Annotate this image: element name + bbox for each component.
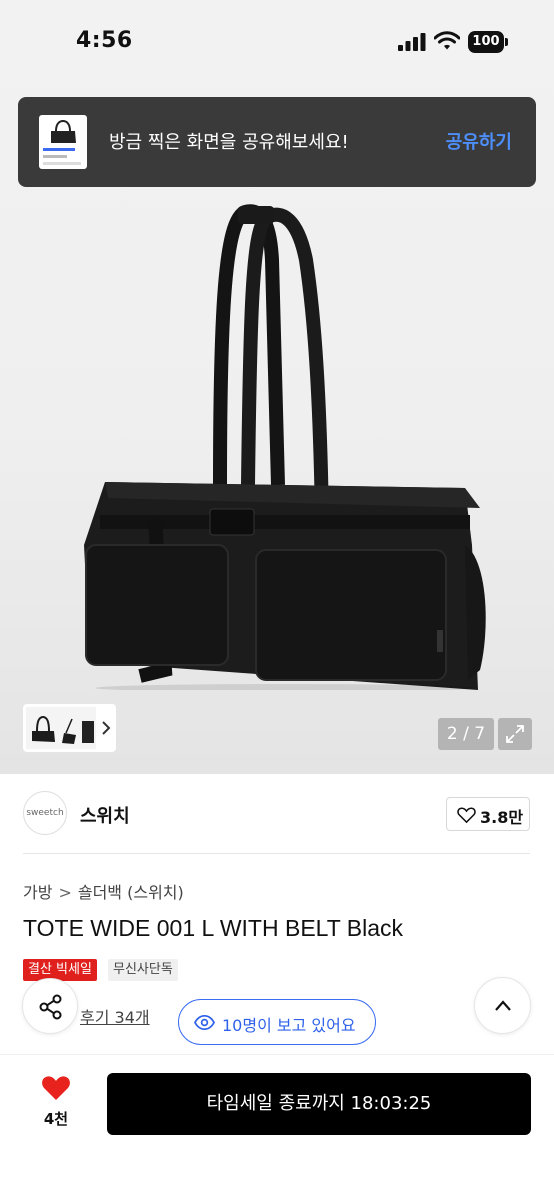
viewers-text: 10명이 보고 있어요 <box>222 1016 356 1035</box>
status-time: 4:56 <box>76 28 133 53</box>
breadcrumb-category[interactable]: 가방 <box>23 883 52 902</box>
breadcrumb-separator: > <box>58 883 72 902</box>
breadcrumb: 가방 > 숄더백 (스위치) <box>23 879 184 903</box>
scroll-to-top-button[interactable] <box>474 977 531 1034</box>
brand-like-count: 3.8만 <box>480 808 524 827</box>
share-icon <box>39 994 62 1020</box>
wifi-icon <box>434 31 460 50</box>
cellular-signal-icon <box>398 33 426 51</box>
viewers-count-pill: 10명이 보고 있어요 <box>178 999 376 1045</box>
exclusive-badge: 무신사단독 <box>108 959 178 981</box>
heart-filled-icon[interactable] <box>41 1074 71 1102</box>
thumbnail-image <box>26 707 96 749</box>
screenshot-share-toast: 방금 찍은 화면을 공유해보세요! 공유하기 <box>18 97 536 187</box>
product-title: TOTE WIDE 001 L WITH BELT Black <box>23 915 404 941</box>
share-now-button[interactable]: 공유하기 <box>446 128 512 154</box>
toast-message: 방금 찍은 화면을 공유해보세요! <box>109 132 349 153</box>
battery-level: 100 <box>468 31 504 53</box>
heart-outline-icon <box>457 807 476 824</box>
breadcrumb-subcategory[interactable]: 숄더백 (스위치) <box>78 883 184 902</box>
wish-count: 4천 <box>43 1110 69 1128</box>
brand-name[interactable]: 스위치 <box>80 802 130 828</box>
sale-badge: 결산 빅세일 <box>23 959 97 981</box>
brand-logo[interactable]: sweetch <box>23 791 67 835</box>
chevron-right-icon <box>102 721 111 735</box>
expand-button[interactable] <box>498 718 532 750</box>
battery-icon: 100 <box>468 31 508 53</box>
divider <box>23 853 530 854</box>
purchase-button[interactable]: 타임세일 종료까지 18:03:25 <box>107 1073 531 1135</box>
screenshot-thumbnail <box>39 115 87 169</box>
chevron-up-icon <box>495 1000 511 1011</box>
image-counter: 2 / 7 <box>438 718 494 750</box>
expand-icon <box>506 725 524 743</box>
share-button[interactable] <box>22 978 78 1034</box>
eye-icon <box>194 1014 215 1031</box>
reviews-link[interactable]: 후기 34개 <box>80 1004 150 1028</box>
brand-like-button[interactable]: 3.8만 <box>446 797 530 831</box>
status-bar: 4:56 100 <box>0 0 554 86</box>
product-photo <box>84 204 486 690</box>
thumbnail-strip[interactable] <box>23 704 116 752</box>
